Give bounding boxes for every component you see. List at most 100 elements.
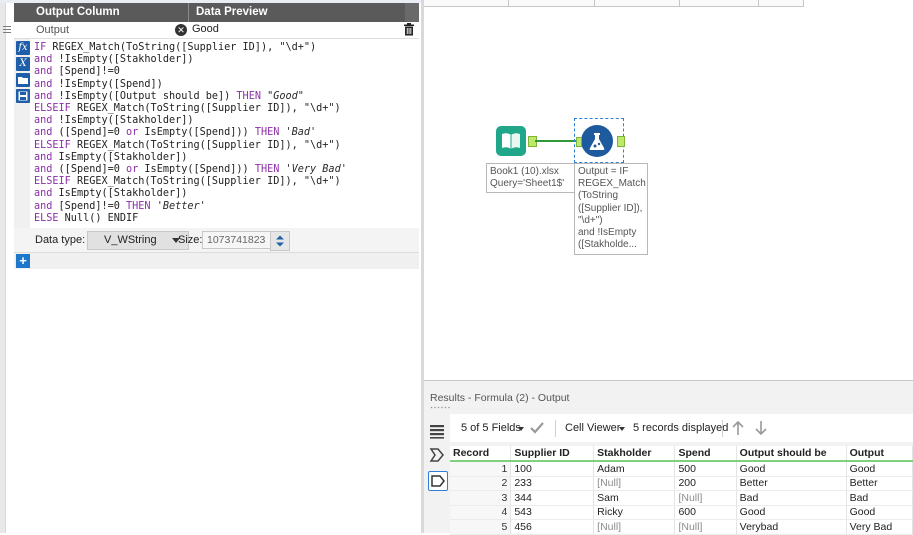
table-cell[interactable]: Good: [736, 505, 847, 520]
table-cell[interactable]: Good: [736, 461, 847, 477]
data-view-icon[interactable]: [428, 471, 448, 491]
expression-token: [Spend]!=0: [58, 200, 127, 212]
chevron-down-icon[interactable]: [518, 427, 524, 431]
column-header[interactable]: Stakholder: [593, 446, 676, 462]
table-view-icon[interactable]: [428, 422, 446, 440]
table-cell[interactable]: Better: [846, 476, 913, 491]
arrow-up-icon[interactable]: [731, 420, 745, 436]
expression-line[interactable]: ELSEIF REGEX_Match(ToString([Supplier ID…: [34, 176, 419, 188]
formula-output-anchor[interactable]: [617, 136, 625, 147]
table-cell[interactable]: Better: [736, 476, 847, 491]
save-icon[interactable]: [16, 89, 30, 103]
expression-line[interactable]: and !IsEmpty([Stakholder]): [34, 115, 419, 127]
apply-check-icon[interactable]: [529, 420, 545, 436]
open-folder-icon[interactable]: [16, 73, 30, 87]
table-cell[interactable]: Adam: [593, 461, 676, 477]
expression-line[interactable]: and IsEmpty([Stakholder]): [34, 152, 419, 164]
expression-token: THEN: [254, 127, 286, 139]
table-cell[interactable]: 456: [510, 519, 595, 535]
table-cell[interactable]: [Null]: [593, 519, 676, 535]
data-preview-header: Data Preview: [196, 6, 268, 18]
column-header[interactable]: Record: [450, 446, 512, 462]
expression-line[interactable]: and [Spend]!=0: [34, 66, 419, 78]
formula-tool-icon[interactable]: [581, 125, 613, 157]
expression-line[interactable]: ELSEIF REGEX_Match(ToString([Supplier ID…: [34, 140, 419, 152]
book-icon: [502, 133, 520, 149]
expression-line[interactable]: ELSE Null() ENDIF: [34, 213, 419, 225]
arrow-down-icon[interactable]: [754, 420, 768, 436]
table-cell[interactable]: [Null]: [674, 519, 737, 535]
chevron-down-icon[interactable]: [619, 427, 625, 431]
column-header[interactable]: Output: [846, 446, 913, 462]
results-toolbar: 5 of 5 Fields Cell Viewer 5 records disp…: [450, 414, 913, 442]
table-row[interactable]: 5 456 [Null] [Null] Verybad Very Bad: [450, 519, 913, 535]
cell-viewer-toggle[interactable]: Cell Viewer: [565, 422, 620, 434]
table-cell[interactable]: [Null]: [593, 476, 676, 491]
fields-selector[interactable]: 5 of 5 Fields: [461, 422, 521, 434]
table-cell[interactable]: Bad: [846, 490, 913, 506]
output-column-input[interactable]: [30, 23, 192, 36]
expression-token: and: [34, 127, 59, 139]
input-data-tool-icon[interactable]: [496, 126, 526, 156]
add-field-button[interactable]: +: [16, 254, 30, 268]
output-column-header: Output Column: [36, 6, 120, 18]
table-cell[interactable]: 600: [674, 505, 737, 520]
expression-line[interactable]: and ([Spend]=0 or IsEmpty([Spend])) THEN…: [34, 164, 419, 176]
size-input[interactable]: 1073741823: [202, 231, 278, 249]
data-type-select[interactable]: V_WString: [87, 231, 189, 250]
expression-line[interactable]: and IsEmpty([Stakholder]): [34, 188, 419, 200]
table-row[interactable]: 2 233 [Null] 200 Better Better: [450, 476, 913, 491]
column-header[interactable]: Spend: [674, 446, 737, 462]
expression-token: and: [34, 151, 59, 163]
expression-token: IsEmpty([Spend])): [144, 164, 255, 176]
table-cell[interactable]: 233: [510, 476, 595, 491]
table-cell[interactable]: Good: [846, 505, 913, 520]
table-cell[interactable]: 200: [674, 476, 737, 491]
table-cell[interactable]: Verybad: [736, 519, 847, 535]
drag-grip-icon[interactable]: [430, 406, 452, 409]
record-number[interactable]: 2: [450, 476, 512, 491]
expression-line[interactable]: and !IsEmpty([Output should be]) THEN "G…: [34, 91, 419, 103]
table-cell[interactable]: Good: [846, 461, 913, 477]
table-cell[interactable]: 100: [510, 461, 595, 477]
data-type-label: Data type:: [35, 234, 86, 246]
table-row[interactable]: 4 543 Ricky 600 Good Good: [450, 505, 913, 520]
table-cell[interactable]: Ricky: [593, 505, 676, 520]
table-cell[interactable]: 344: [510, 490, 595, 506]
table-cell[interactable]: Very Bad: [846, 519, 913, 535]
size-label: Size:: [178, 234, 203, 246]
expression-line[interactable]: IF REGEX_Match(ToString([Supplier ID]), …: [34, 42, 419, 54]
expression-line[interactable]: and ([Spend]=0 or IsEmpty([Spend])) THEN…: [34, 127, 419, 139]
record-number[interactable]: 3: [450, 490, 512, 506]
messages-icon[interactable]: [428, 446, 446, 464]
folder-glyph-icon: [18, 77, 28, 84]
trash-icon[interactable]: [403, 23, 415, 36]
expression-token: REGEX_Match(ToString([Supplier ID]), "\d…: [76, 103, 341, 115]
table-cell[interactable]: [Null]: [674, 490, 737, 506]
record-number[interactable]: 5: [450, 519, 512, 535]
function-icon[interactable]: fx: [16, 41, 30, 55]
table-row[interactable]: 1 100 Adam 500 Good Good: [450, 461, 913, 477]
expression-line[interactable]: ELSEIF REGEX_Match(ToString([Supplier ID…: [34, 103, 419, 115]
table-cell[interactable]: Sam: [593, 490, 676, 506]
table-cell[interactable]: 543: [510, 505, 595, 520]
table-row[interactable]: 3 344 Sam [Null] Bad Bad: [450, 490, 913, 506]
expression-token: 'Very Bad': [285, 164, 347, 176]
table-cell[interactable]: 500: [674, 461, 737, 477]
expression-line[interactable]: and !IsEmpty([Stakholder]): [34, 54, 419, 66]
expression-token: !IsEmpty([Stakholder]): [58, 115, 194, 127]
table-cell[interactable]: Bad: [736, 490, 847, 506]
record-number[interactable]: 1: [450, 461, 512, 477]
expression-token: REGEX_Match(ToString([Supplier ID]), "\d…: [76, 176, 341, 188]
column-header[interactable]: Supplier ID: [510, 446, 595, 462]
record-number[interactable]: 4: [450, 505, 512, 520]
variable-icon[interactable]: X: [16, 57, 30, 71]
column-header[interactable]: Output should be: [736, 446, 847, 462]
expression-line[interactable]: and !IsEmpty([Spend]): [34, 79, 419, 91]
input-anchor[interactable]: [576, 137, 582, 147]
expression-editor[interactable]: IF REGEX_Match(ToString([Supplier ID]), …: [34, 42, 419, 225]
clear-icon[interactable]: ✕: [175, 24, 187, 36]
size-spinner-icon[interactable]: [270, 231, 290, 251]
row-drag-handle-icon[interactable]: [0, 22, 14, 38]
expression-line[interactable]: and [Spend]!=0 THEN 'Better': [34, 201, 419, 213]
